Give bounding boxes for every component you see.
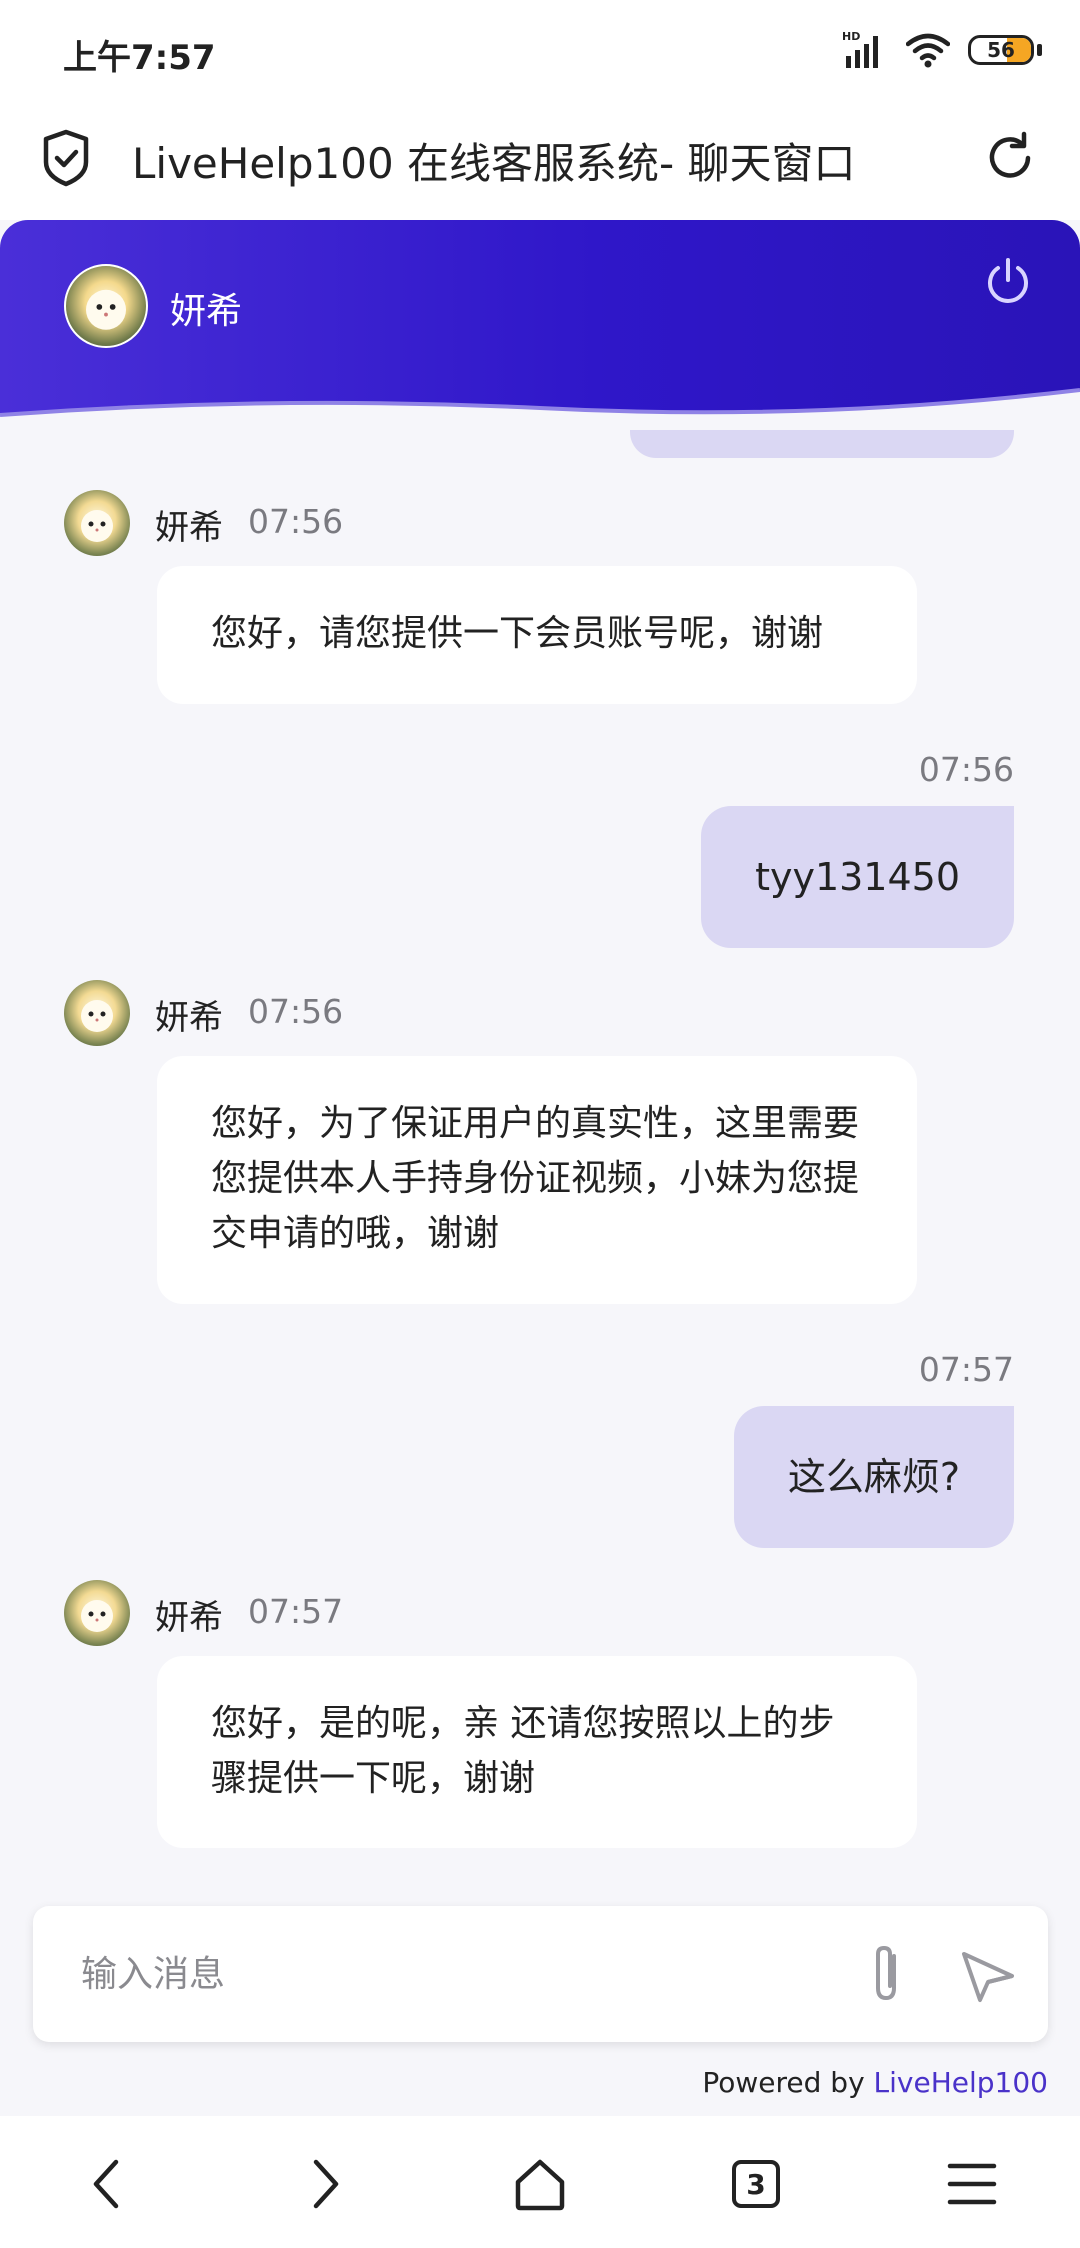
power-icon[interactable] [982,254,1034,306]
powered-prefix: Powered by [702,2066,874,2099]
agent-message-bubble: 您好，是的呢，亲 还请您按照以上的步骤提供一下呢，谢谢 [157,1656,917,1848]
back-icon[interactable] [72,2148,144,2220]
message-time: 07:56 [918,750,1014,789]
title-bar: LiveHelp100 在线客服系统- 聊天窗口 [0,100,1080,220]
wifi-icon [906,33,950,68]
status-time: 上午7:57 [63,38,216,78]
tabs-icon[interactable]: 3 [720,2148,792,2220]
battery-cap [1037,44,1042,56]
message-time: 07:56 [248,992,344,1031]
browser-nav-bar: 3 [0,2116,1080,2248]
header-wave [0,388,1080,430]
svg-text:HD: HD [842,30,860,43]
message-time: 07:56 [248,502,344,541]
battery-icon: 56 [968,35,1034,65]
tab-count: 3 [732,2160,780,2208]
livehelp-link[interactable]: LiveHelp100 [874,2066,1048,2099]
message-time: 07:57 [248,1592,344,1631]
agent-message-bubble: 您好，为了保证用户的真实性，这里需要您提供本人手持身份证视频，小妹为您提交申请的… [157,1056,917,1304]
message-input-box [33,1906,1048,2042]
message-list[interactable]: 妍希 07:56 您好，请您提供一下会员账号呢，谢谢 07:56 tyy1314… [0,400,1080,1870]
agent-name: 妍希 [155,998,223,1038]
shield-check-icon[interactable] [40,128,92,188]
status-icons: HD 56 [842,26,1042,74]
user-message-bubble: 这么麻烦? [733,1406,1014,1548]
user-message-bubble: tyy131450 [701,806,1014,948]
forward-icon[interactable] [288,2148,360,2220]
agent-name: 妍希 [155,1598,223,1638]
page-title: LiveHelp100 在线客服系统- 聊天窗口 [132,139,856,188]
powered-by: Powered by LiveHelp100 [702,2066,1048,2099]
battery-level: 56 [987,38,1015,62]
header-agent-name: 妍希 [170,291,243,332]
home-icon[interactable] [504,2148,576,2220]
paperclip-icon[interactable] [848,1936,924,2012]
menu-icon[interactable] [936,2148,1008,2220]
avatar [64,490,130,556]
message-input[interactable] [81,1946,781,2002]
avatar [64,1580,130,1646]
avatar [64,264,148,348]
send-icon[interactable] [950,1936,1026,2012]
status-bar: 上午7:57 HD 56 [0,0,1080,100]
avatar [64,980,130,1046]
agent-message-bubble: 您好，请您提供一下会员账号呢，谢谢 [157,566,917,704]
message-time: 07:57 [918,1350,1014,1389]
chat-header: 妍希 [0,220,1080,430]
reload-icon[interactable] [980,128,1040,188]
agent-name: 妍希 [155,508,223,548]
signal-icon: HD [842,30,878,68]
